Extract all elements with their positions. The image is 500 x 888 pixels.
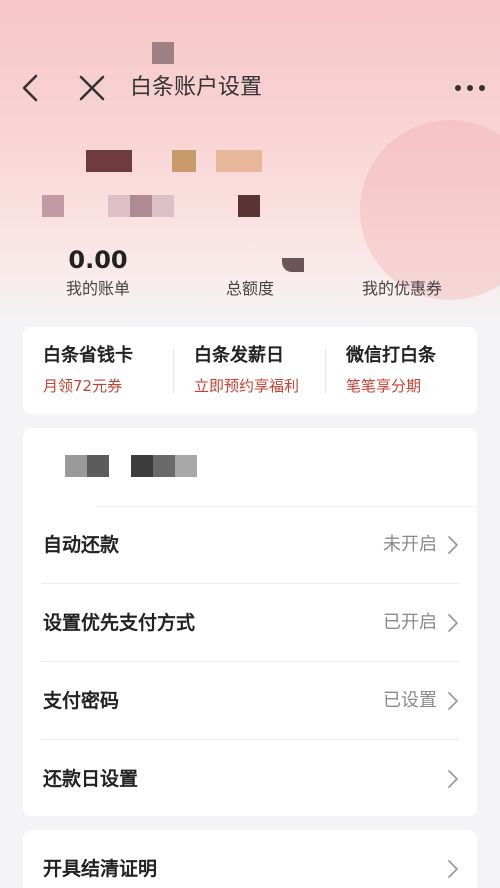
bill-amount: 0.00 (68, 246, 128, 274)
close-button[interactable] (74, 72, 110, 104)
promo-card: 白条省钱卡 月领72元券 白条发薪日 立即预约享福利 微信打白条 笔笔享分期 (23, 327, 477, 414)
promo-title: 白条发薪日 (194, 345, 284, 366)
bill-summary[interactable]: 0.00 我的账单 (48, 246, 148, 300)
chevron-right-icon (448, 860, 458, 878)
chevron-right-icon (448, 536, 458, 554)
promo-subtitle: 笔笔享分期 (346, 377, 422, 395)
promo-payday[interactable]: 白条发薪日 立即预约享福利 (194, 343, 299, 399)
setting-value: 已开启 (383, 612, 437, 633)
total-limit-label: 总额度 (225, 279, 274, 298)
promo-title: 白条省钱卡 (43, 345, 133, 366)
account-id-redacted (238, 195, 260, 217)
redacted-text (65, 455, 87, 477)
decorative-circle (360, 120, 500, 300)
account-id-redacted (130, 195, 152, 217)
setting-value: 已设置 (383, 690, 437, 711)
chevron-left-icon (22, 74, 38, 102)
bill-label: 我的账单 (65, 279, 130, 298)
setting-label: 设置优先支付方式 (43, 612, 196, 634)
chevron-right-icon (448, 692, 458, 710)
chevron-right-icon (448, 614, 458, 632)
redacted-text (87, 455, 109, 477)
promo-wechat[interactable]: 微信打白条 笔笔享分期 (346, 343, 436, 399)
promo-subtitle: 立即预约享福利 (194, 377, 300, 395)
promo-title: 微信打白条 (346, 345, 436, 366)
setting-label: 自动还款 (43, 534, 120, 556)
more-button[interactable] (448, 76, 492, 100)
chevron-right-icon (448, 770, 458, 788)
total-limit-summary[interactable]: 总额度 (200, 278, 300, 300)
redacted-text (153, 455, 175, 477)
total-limit-redacted (282, 258, 304, 272)
divider (325, 349, 326, 393)
coupon-label: 我的优惠券 (361, 279, 442, 298)
badge-redacted (216, 150, 262, 172)
badge-redacted (172, 150, 196, 172)
account-id-redacted (42, 195, 64, 217)
setting-settlement-certificate[interactable]: 开具结清证明 (23, 830, 477, 888)
setting-repay-date[interactable]: 还款日设置 (23, 740, 477, 818)
divider (173, 349, 174, 393)
promo-savings-card[interactable]: 白条省钱卡 月领72元券 (43, 343, 133, 399)
settlement-certificate-card: 开具结清证明 (23, 830, 477, 888)
setting-label: 还款日设置 (43, 768, 139, 790)
redacted-text (131, 455, 153, 477)
page-title: 白条账户设置 (130, 75, 263, 100)
coupon-summary[interactable]: 我的优惠券 (350, 278, 454, 300)
setting-preferred-payment[interactable]: 设置优先支付方式 已开启 (23, 584, 477, 662)
settings-card: 自动还款 未开启 设置优先支付方式 已开启 支付密码 已设置 还款日设置 (23, 428, 477, 816)
setting-value: 未开启 (383, 534, 437, 555)
close-icon (79, 75, 105, 101)
setting-label: 支付密码 (43, 690, 120, 712)
setting-label: 开具结清证明 (43, 858, 158, 880)
setting-auto-repay[interactable]: 自动还款 未开启 (23, 506, 477, 584)
promo-subtitle: 月领72元券 (43, 377, 123, 395)
setting-payment-password[interactable]: 支付密码 已设置 (23, 662, 477, 740)
navigation-bar: 白条账户设置 (0, 62, 500, 114)
more-dots-icon (455, 85, 485, 91)
account-name-redacted (86, 150, 132, 172)
back-button[interactable] (14, 72, 50, 104)
status-bar-redacted (152, 42, 174, 64)
redacted-text (175, 455, 197, 477)
